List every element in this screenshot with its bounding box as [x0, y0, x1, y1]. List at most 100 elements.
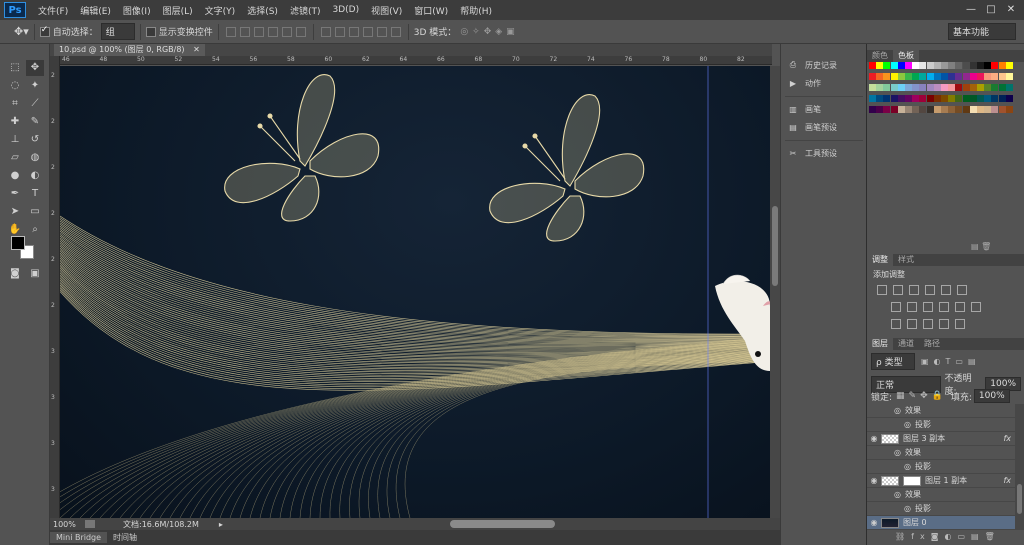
- visibility-eye-icon[interactable]: ◉: [867, 434, 881, 443]
- swatch-actions[interactable]: ▤ 🗑: [971, 242, 991, 251]
- color-swatch[interactable]: [998, 73, 1006, 80]
- menu-3d[interactable]: 3D(D): [326, 5, 365, 15]
- color-swatch[interactable]: [962, 95, 970, 102]
- color-swatch[interactable]: [948, 106, 956, 113]
- align-right-icon[interactable]: [295, 26, 306, 37]
- color-swatch[interactable]: [955, 62, 963, 69]
- menu-filter[interactable]: 滤镜(T): [284, 4, 327, 17]
- color-swatch[interactable]: [905, 84, 912, 91]
- menu-image[interactable]: 图像(I): [117, 4, 157, 17]
- maximize-button[interactable]: □: [984, 3, 998, 16]
- color-swatch[interactable]: [926, 73, 934, 80]
- layer-row[interactable]: ◎ 投影: [867, 418, 1015, 432]
- tab-adjustments[interactable]: 调整: [867, 254, 893, 266]
- color-swatch[interactable]: [941, 95, 948, 102]
- color-swatch[interactable]: [948, 62, 956, 69]
- visibility-eye-icon[interactable]: ◉: [867, 476, 881, 485]
- color-swatch[interactable]: [926, 95, 934, 102]
- color-swatch[interactable]: [941, 84, 948, 91]
- distribute-bottom-icon[interactable]: [348, 26, 359, 37]
- scroll-thumb[interactable]: [772, 206, 778, 286]
- adjustment-icon[interactable]: [893, 285, 903, 295]
- align-hcenter-icon[interactable]: [281, 26, 292, 37]
- stamp-tool-icon[interactable]: ⊥: [6, 132, 24, 148]
- color-swatch[interactable]: [1005, 62, 1013, 69]
- color-swatch[interactable]: [1005, 73, 1013, 80]
- adjustment-icon[interactable]: [955, 319, 965, 329]
- screen-mode-icon[interactable]: ▣: [26, 266, 44, 282]
- color-swatch[interactable]: [926, 62, 934, 69]
- color-swatch[interactable]: [912, 95, 920, 102]
- color-swatch[interactable]: [890, 95, 898, 102]
- layer-row[interactable]: ◎ 投影: [867, 502, 1015, 516]
- menu-file[interactable]: 文件(F): [32, 4, 74, 17]
- color-swatch[interactable]: [919, 95, 927, 102]
- fill-input[interactable]: 100%: [973, 389, 1010, 403]
- color-swatch[interactable]: [897, 62, 905, 69]
- color-swatch[interactable]: [883, 73, 891, 80]
- color-swatch[interactable]: [919, 62, 927, 69]
- color-swatch[interactable]: [869, 73, 876, 80]
- type-tool-icon[interactable]: T: [26, 186, 44, 202]
- blur-tool-icon[interactable]: ●: [6, 168, 24, 184]
- layer-row[interactable]: ◎ 效果: [867, 404, 1015, 418]
- color-swatch[interactable]: [955, 73, 963, 80]
- horizontal-scroll-thumb[interactable]: [450, 520, 555, 528]
- color-swatch[interactable]: [962, 84, 970, 91]
- color-swatch[interactable]: [998, 62, 1006, 69]
- color-swatch[interactable]: [969, 84, 977, 91]
- color-swatch[interactable]: [991, 106, 999, 113]
- menu-help[interactable]: 帮助(H): [454, 4, 498, 17]
- tab-mini-bridge[interactable]: Mini Bridge: [50, 532, 108, 543]
- color-swatch[interactable]: [998, 106, 1006, 113]
- adjustment-icon[interactable]: [877, 285, 887, 295]
- 3d-tools-icon[interactable]: ◎✧✥◈▣: [460, 27, 518, 37]
- color-swatch[interactable]: [869, 95, 876, 102]
- layer-actions-icons[interactable]: ⛓fx◙◐▭▤🗑: [895, 532, 1001, 541]
- distribute-right-icon[interactable]: [390, 26, 401, 37]
- status-arrow-icon[interactable]: ▸: [219, 520, 223, 529]
- layer-row[interactable]: ◎ 投影: [867, 460, 1015, 474]
- document-tab[interactable]: 10.psd @ 100% (图层 0, RGB/8) ✕: [54, 44, 205, 56]
- color-swatch[interactable]: [890, 84, 898, 91]
- color-swatch[interactable]: [984, 106, 992, 113]
- panel-actions[interactable]: ▶ 动作: [787, 76, 821, 90]
- color-swatch[interactable]: [969, 106, 977, 113]
- color-swatch[interactable]: [919, 84, 927, 91]
- color-swatch[interactable]: [969, 62, 977, 69]
- layer-filter-icons[interactable]: ▣◐T▭▤: [921, 357, 981, 366]
- color-swatch[interactable]: [1005, 106, 1013, 113]
- color-swatch[interactable]: [984, 95, 992, 102]
- color-swatch[interactable]: [919, 73, 927, 80]
- align-bottom-icon[interactable]: [253, 26, 264, 37]
- color-swatch[interactable]: [883, 84, 891, 91]
- color-swatch[interactable]: [890, 106, 898, 113]
- color-swatch[interactable]: [962, 106, 970, 113]
- quick-mask-icon[interactable]: ◙: [6, 266, 24, 282]
- menu-edit[interactable]: 编辑(E): [74, 4, 117, 17]
- tab-styles[interactable]: 样式: [893, 254, 919, 266]
- adjustment-icon[interactable]: [925, 285, 935, 295]
- color-swatch[interactable]: [941, 62, 948, 69]
- color-swatch[interactable]: [948, 73, 956, 80]
- shape-tool-icon[interactable]: ▭: [26, 204, 44, 220]
- color-swatch[interactable]: [897, 73, 905, 80]
- color-swatch[interactable]: [905, 95, 912, 102]
- tab-layers[interactable]: 图层: [867, 338, 893, 350]
- color-swatch[interactable]: [977, 95, 984, 102]
- color-swatch[interactable]: [919, 106, 927, 113]
- color-swatch[interactable]: [912, 62, 920, 69]
- color-swatch[interactable]: [933, 95, 941, 102]
- color-swatch[interactable]: [933, 106, 941, 113]
- distribute-hcenter-icon[interactable]: [376, 26, 387, 37]
- crop-tool-icon[interactable]: ⌗: [6, 96, 24, 112]
- color-swatch[interactable]: [991, 95, 999, 102]
- adjustment-icon[interactable]: [955, 302, 965, 312]
- distribute-left-icon[interactable]: [362, 26, 373, 37]
- minimize-button[interactable]: —: [964, 3, 978, 16]
- color-swatch[interactable]: [941, 73, 948, 80]
- color-swatch[interactable]: [926, 106, 934, 113]
- fx-icon[interactable]: fx: [1003, 434, 1011, 443]
- color-swatch[interactable]: [984, 84, 992, 91]
- adjustment-icon[interactable]: [907, 319, 917, 329]
